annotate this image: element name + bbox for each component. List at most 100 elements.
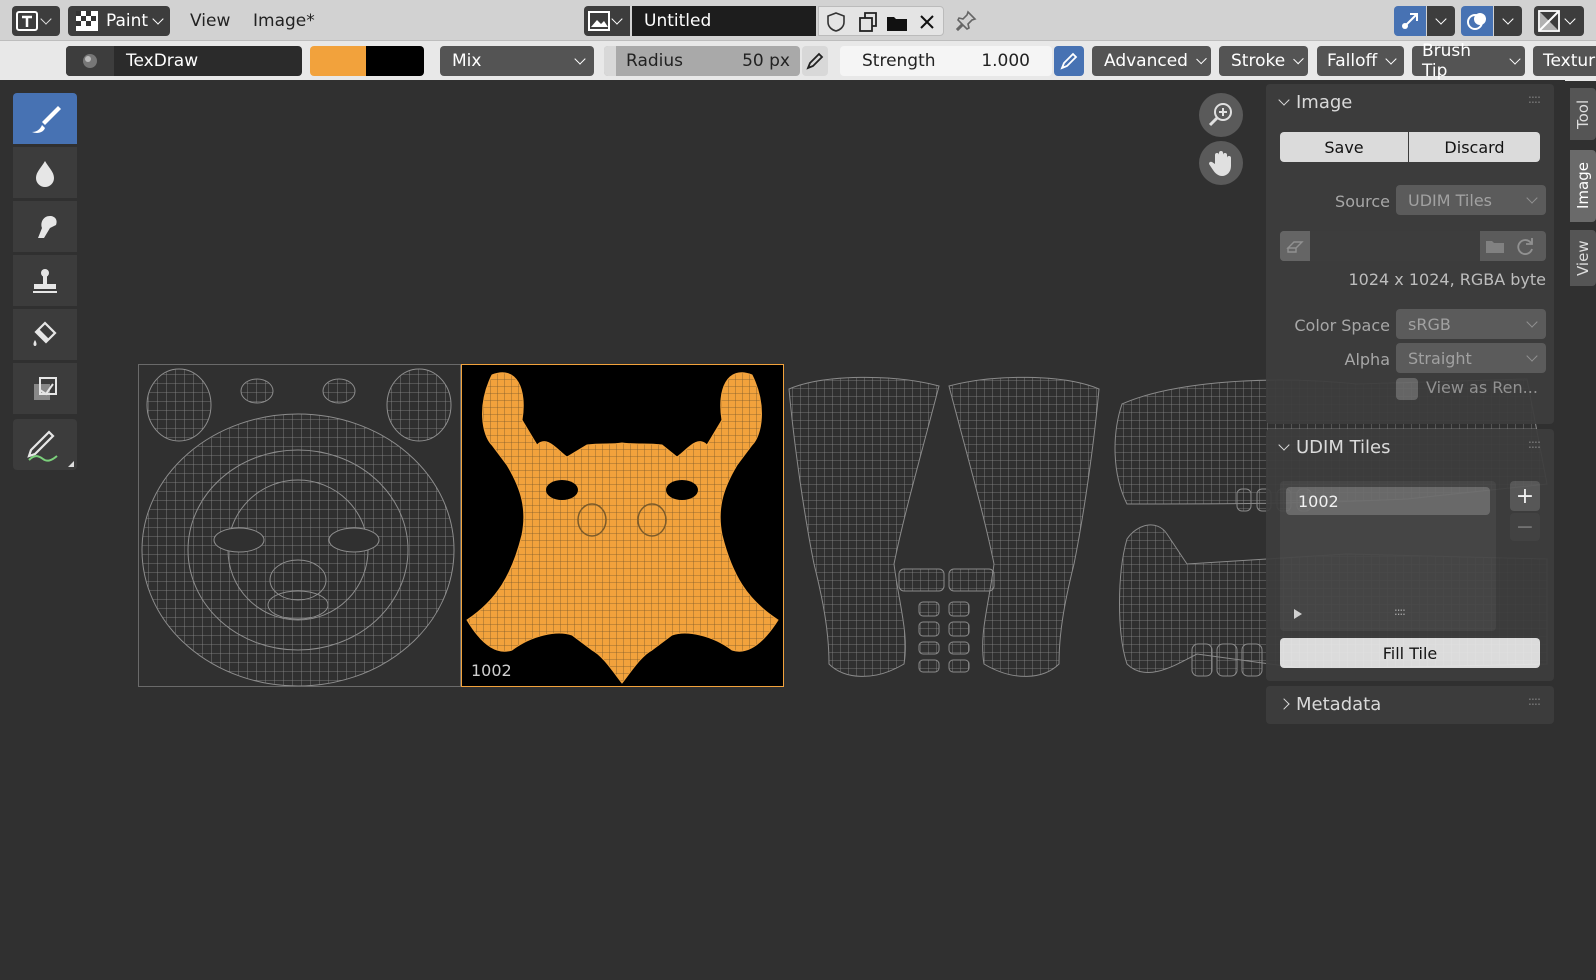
file-browser-icon[interactable] bbox=[1480, 231, 1510, 261]
color-space-dropdown[interactable]: sRGB bbox=[1396, 309, 1546, 339]
soften-drop-icon bbox=[36, 160, 54, 187]
drag-handle-icon[interactable]: :::: bbox=[1528, 92, 1541, 106]
stroke-popover[interactable]: Stroke bbox=[1219, 46, 1308, 76]
open-folder-icon[interactable] bbox=[885, 11, 909, 33]
falloff-label: Falloff bbox=[1327, 51, 1378, 71]
annotate-pen-icon bbox=[27, 429, 58, 462]
image-panel-title: Image bbox=[1296, 91, 1353, 113]
gizmo-dropdown[interactable] bbox=[1427, 6, 1455, 36]
reload-icon[interactable] bbox=[1510, 231, 1540, 261]
tile-number-label: 1002 bbox=[471, 661, 512, 680]
add-tile-button[interactable]: + bbox=[1510, 481, 1540, 511]
strength-slider[interactable]: Strength 1.000 bbox=[840, 46, 1052, 76]
tab-tool[interactable]: Tool bbox=[1570, 88, 1596, 140]
strength-value: 1.000 bbox=[981, 51, 1030, 71]
color-swatches bbox=[310, 46, 424, 76]
filepath-text[interactable] bbox=[1310, 231, 1480, 261]
blend-mode-dropdown[interactable]: Mix bbox=[440, 46, 594, 76]
editor-type-button[interactable] bbox=[12, 6, 60, 36]
udim-tile-1003 bbox=[784, 364, 1107, 687]
udim-tile-item[interactable]: 1002 bbox=[1286, 487, 1490, 515]
fake-user-shield-icon[interactable] bbox=[825, 11, 847, 33]
pack-icon[interactable] bbox=[1280, 231, 1310, 261]
uv-legs-wireframe bbox=[788, 376, 1100, 677]
gizmo-toggle[interactable] bbox=[1394, 6, 1426, 36]
alpha-value: Straight bbox=[1408, 348, 1472, 368]
view-as-render-checkbox[interactable] bbox=[1396, 378, 1418, 400]
collapse-chevron-icon bbox=[1278, 94, 1290, 106]
annotate-tool[interactable] bbox=[13, 419, 77, 470]
radius-pressure-toggle[interactable] bbox=[802, 46, 828, 76]
zoom-icon bbox=[1208, 103, 1232, 127]
radius-label: Radius bbox=[626, 51, 684, 71]
udim-tile-1002[interactable]: 1002 bbox=[461, 364, 784, 687]
metadata-panel-title: Metadata bbox=[1296, 693, 1382, 715]
alpha-dropdown[interactable]: Straight bbox=[1396, 343, 1546, 373]
pan-navigate-button[interactable] bbox=[1199, 141, 1243, 185]
brush-selector[interactable]: TexDraw bbox=[66, 46, 302, 76]
texture-label: Textur bbox=[1543, 51, 1596, 71]
tab-image[interactable]: Image bbox=[1570, 150, 1596, 222]
save-button[interactable]: Save bbox=[1280, 132, 1408, 162]
gizmo-icon bbox=[1402, 13, 1418, 29]
smear-tool[interactable] bbox=[13, 201, 77, 252]
soften-tool[interactable] bbox=[13, 147, 77, 198]
brush-tip-label: Brush Tip bbox=[1422, 41, 1472, 81]
uv-face-wireframe bbox=[141, 368, 455, 687]
zoom-navigate-button[interactable] bbox=[1199, 93, 1243, 137]
close-icon[interactable] bbox=[917, 12, 937, 32]
udim-panel-header[interactable]: UDIM Tiles :::: bbox=[1266, 429, 1554, 465]
image-info: 1024 x 1024, RGBA byte bbox=[1348, 270, 1546, 289]
metadata-panel-header[interactable]: Metadata :::: bbox=[1266, 686, 1554, 722]
plus-icon: + bbox=[1515, 483, 1535, 509]
browse-image-button[interactable] bbox=[584, 6, 630, 36]
advanced-popover[interactable]: Advanced bbox=[1092, 46, 1211, 76]
overlay-icon bbox=[1467, 13, 1486, 30]
view-menu[interactable]: View bbox=[190, 6, 230, 36]
primary-color-swatch[interactable] bbox=[310, 46, 366, 76]
minus-icon: − bbox=[1515, 514, 1535, 540]
filepath-field[interactable] bbox=[1280, 231, 1546, 261]
falloff-popover[interactable]: Falloff bbox=[1317, 46, 1404, 76]
draw-brush-icon bbox=[32, 105, 61, 133]
strength-label: Strength bbox=[862, 51, 936, 71]
radius-slider[interactable]: Radius 50 px bbox=[604, 46, 800, 76]
udim-tiles-panel: UDIM Tiles :::: 1002 :::: + − Fill Tile bbox=[1266, 429, 1554, 681]
duplicate-icon[interactable] bbox=[857, 11, 879, 33]
pin-icon[interactable] bbox=[954, 9, 978, 33]
brush-tip-popover[interactable]: Brush Tip bbox=[1412, 41, 1525, 81]
drag-handle-icon[interactable]: :::: bbox=[1528, 694, 1541, 708]
remove-tile-button[interactable]: − bbox=[1510, 513, 1540, 541]
pen-pressure-icon bbox=[1060, 52, 1078, 70]
filter-expand-icon[interactable] bbox=[1294, 609, 1302, 619]
source-dropdown[interactable]: UDIM Tiles bbox=[1396, 185, 1546, 215]
image-name-field[interactable]: Untitled bbox=[632, 6, 816, 36]
alpha-label: Alpha bbox=[1344, 350, 1391, 369]
uv-torso-island bbox=[466, 372, 779, 684]
fill-bucket-icon bbox=[33, 320, 57, 346]
image-editor-icon bbox=[16, 11, 38, 31]
hand-pan-icon bbox=[1208, 151, 1231, 176]
overlay-toggle[interactable] bbox=[1461, 6, 1493, 36]
overlay-dropdown[interactable] bbox=[1494, 6, 1522, 36]
list-resize-handle[interactable]: :::: bbox=[1394, 605, 1406, 618]
mode-label: Paint bbox=[106, 11, 149, 31]
tab-view[interactable]: View bbox=[1570, 230, 1596, 286]
image-panel-header[interactable]: Image :::: bbox=[1266, 84, 1554, 120]
udim-tile-list: 1002 :::: bbox=[1280, 481, 1496, 631]
secondary-color-swatch[interactable] bbox=[366, 46, 424, 76]
draw-tool[interactable] bbox=[13, 93, 77, 144]
advanced-label: Advanced bbox=[1104, 51, 1188, 71]
texture-popover[interactable]: Textur bbox=[1533, 46, 1596, 76]
fill-tile-button[interactable]: Fill Tile bbox=[1280, 638, 1540, 668]
fill-tool[interactable] bbox=[13, 309, 77, 360]
drag-handle-icon[interactable]: :::: bbox=[1528, 437, 1541, 451]
mask-tool[interactable] bbox=[13, 363, 77, 414]
mode-dropdown[interactable]: Paint bbox=[68, 6, 170, 36]
brush-preview[interactable] bbox=[66, 46, 114, 76]
display-channels-dropdown[interactable] bbox=[1534, 6, 1584, 36]
clone-tool[interactable] bbox=[13, 255, 77, 306]
image-menu[interactable]: Image* bbox=[253, 6, 315, 36]
discard-button[interactable]: Discard bbox=[1409, 132, 1540, 162]
strength-pressure-toggle[interactable] bbox=[1054, 46, 1084, 76]
